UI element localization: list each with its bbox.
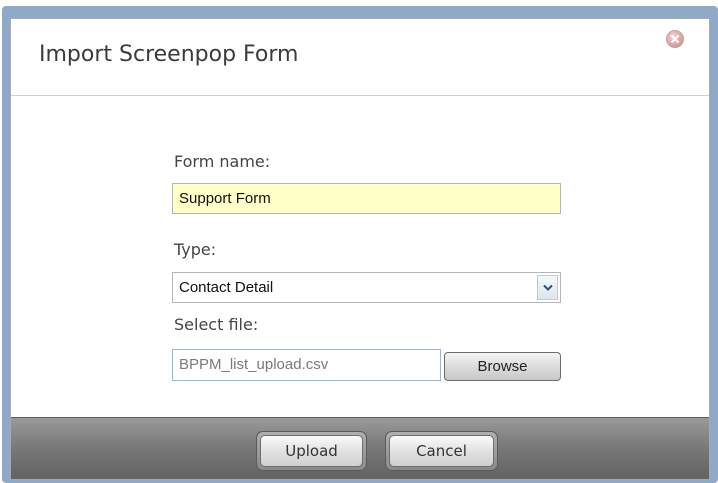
import-dialog: Import Screenpop Form Form name: Support…	[2, 6, 718, 483]
upload-button[interactable]: Upload	[260, 435, 363, 467]
type-label: Type:	[174, 240, 217, 259]
cancel-button[interactable]: Cancel	[389, 435, 494, 467]
form-name-input[interactable]: Support Form	[172, 183, 561, 214]
select-file-label: Select file:	[174, 315, 259, 334]
form-name-label: Form name:	[174, 152, 271, 171]
dialog-body: Form name: Support Form Type: Contact De…	[11, 96, 709, 417]
dialog-footer: Upload Cancel	[11, 417, 709, 479]
type-select[interactable]: Contact Detail	[172, 272, 561, 303]
page: Import Screenpop Form Form name: Support…	[0, 0, 718, 483]
dialog-titlebar: Import Screenpop Form	[11, 19, 709, 96]
type-selected-value: Contact Detail	[179, 279, 274, 296]
browse-button[interactable]: Browse	[444, 352, 561, 381]
file-path-input[interactable]: BPPM_list_upload.csv	[172, 349, 441, 381]
chevron-down-icon[interactable]	[537, 275, 558, 300]
upload-button-frame: Upload	[256, 431, 367, 471]
cancel-button-frame: Cancel	[385, 431, 498, 471]
close-icon[interactable]	[666, 30, 684, 48]
dialog-panel: Import Screenpop Form Form name: Support…	[10, 18, 710, 480]
dialog-title: Import Screenpop Form	[39, 42, 299, 67]
